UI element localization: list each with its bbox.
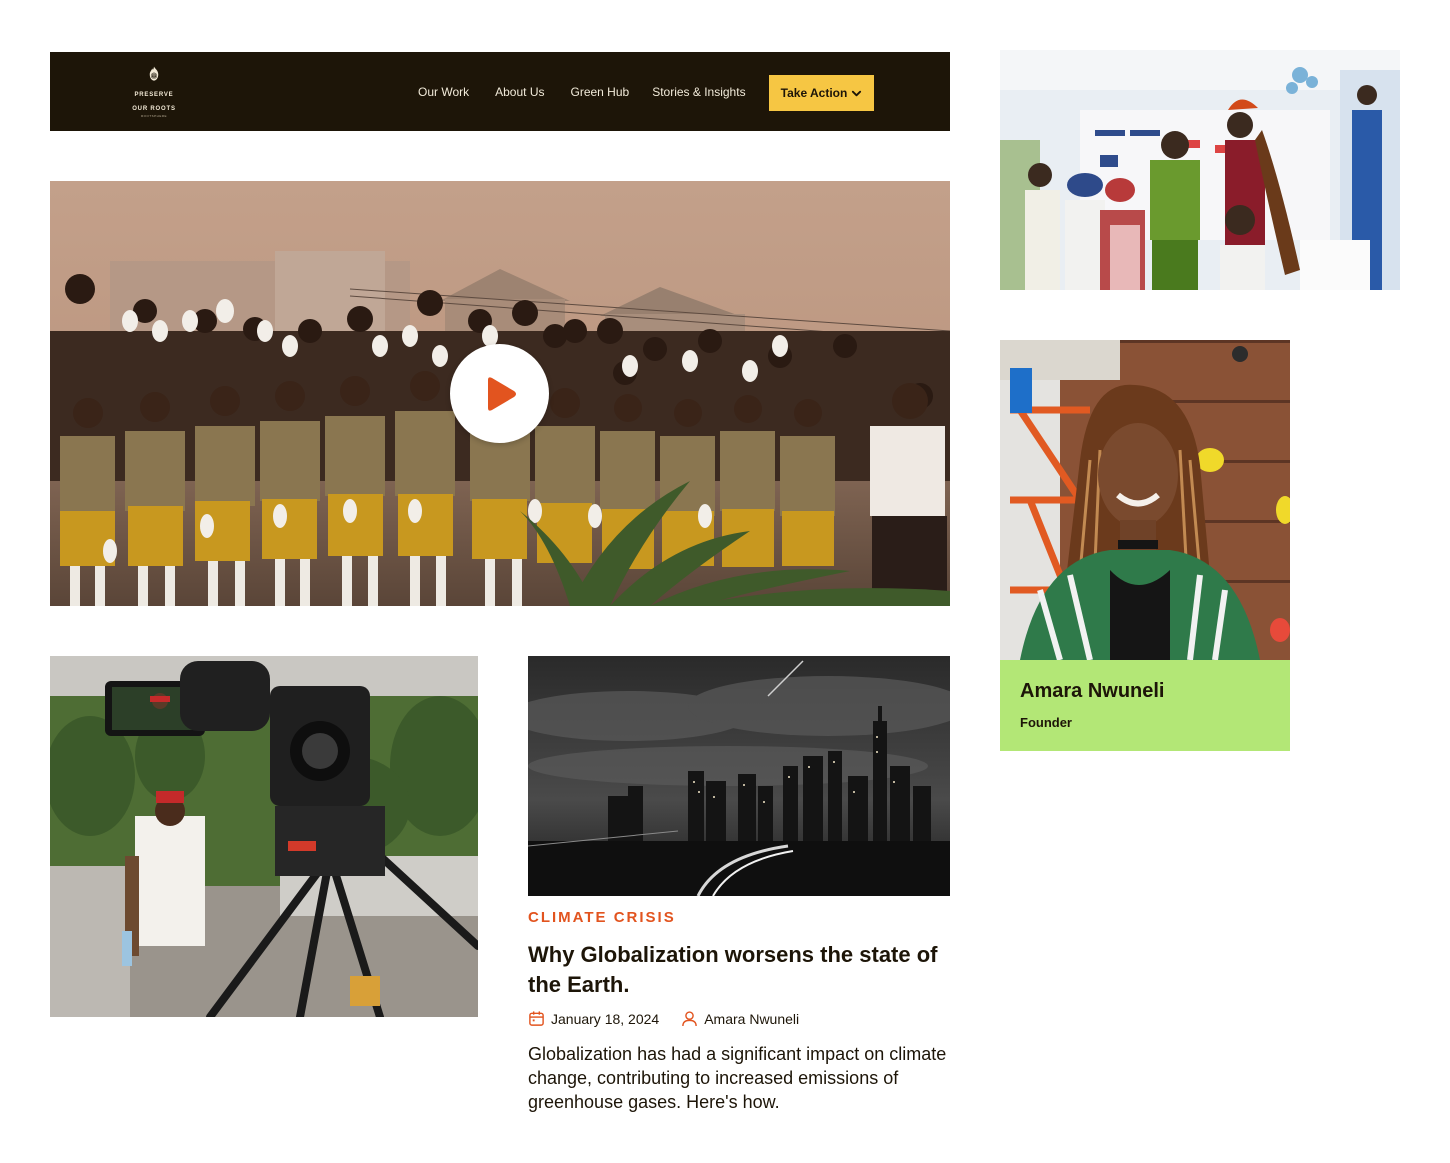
nav-about-us[interactable]: About Us [495, 85, 544, 99]
article-meta: January 18, 2024 Amara Nwuneli [528, 1010, 799, 1027]
calendar-icon [529, 1011, 544, 1026]
camera-interview-image [50, 656, 478, 1017]
founder-role: Founder [1020, 715, 1072, 730]
play-icon [487, 376, 516, 411]
logo-line-1: PRESERVE [134, 92, 174, 98]
interview-photo [50, 656, 478, 1017]
main-nav: Our Work About Us Green Hub Stories & In… [418, 52, 769, 131]
chevron-down-icon [852, 90, 862, 96]
city-skyline-image [528, 656, 950, 896]
panel-event-image [1000, 50, 1400, 290]
article-author-text: Amara Nwuneli [704, 1010, 800, 1027]
founder-portrait [1000, 340, 1290, 660]
article-image[interactable] [528, 656, 950, 896]
nav-green-hub[interactable]: Green Hub [570, 85, 629, 99]
article-title[interactable]: Why Globalization worsens the state of t… [528, 940, 953, 1000]
article-category[interactable]: CLIMATE CRISIS [528, 909, 676, 926]
take-action-label: Take Action [780, 86, 848, 100]
article-date: January 18, 2024 [528, 1010, 659, 1027]
logo-tagline: ROOTSPHERE [140, 114, 167, 118]
hero-video-thumbnail[interactable] [50, 181, 950, 606]
site-logo[interactable]: PRESERVE OUR ROOTS ROOTSPHERE [130, 66, 178, 118]
logo-line-2: OUR ROOTS [132, 106, 176, 112]
flame-globe-icon [149, 66, 159, 81]
site-header: PRESERVE OUR ROOTS ROOTSPHERE Our Work A… [50, 52, 950, 131]
user-icon [682, 1011, 698, 1027]
nav-our-work[interactable]: Our Work [418, 85, 469, 99]
play-button[interactable] [450, 344, 549, 443]
take-action-button[interactable]: Take Action [769, 75, 874, 111]
event-photo [1000, 50, 1400, 290]
founder-photo [1000, 340, 1290, 660]
founder-name: Amara Nwuneli [1020, 680, 1165, 702]
nav-stories-insights[interactable]: Stories & Insights [652, 85, 745, 99]
article-excerpt: Globalization has had a significant impa… [528, 1044, 947, 1112]
article-date-text: January 18, 2024 [551, 1010, 660, 1027]
founder-info: Amara Nwuneli Founder [1000, 660, 1290, 751]
founder-card[interactable]: Amara Nwuneli Founder [1000, 340, 1290, 751]
article-author[interactable]: Amara Nwuneli [681, 1010, 799, 1027]
